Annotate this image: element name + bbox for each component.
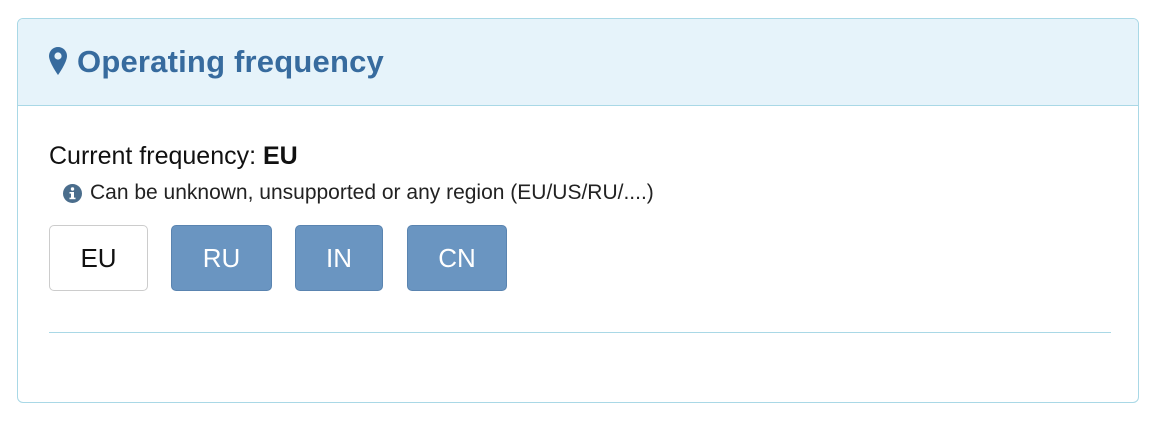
frequency-button-cn[interactable]: CN <box>407 225 507 291</box>
info-circle-icon <box>63 183 82 203</box>
current-frequency-line: Current frequency: EU <box>49 142 298 171</box>
frequency-button-in[interactable]: IN <box>295 225 383 291</box>
panel-heading: Operating frequency <box>18 19 1138 106</box>
frequency-button-ru[interactable]: RU <box>171 225 272 291</box>
frequency-hint-text: Can be unknown, unsupported or any regio… <box>90 181 654 204</box>
panel-title: Operating frequency <box>77 44 384 79</box>
frequency-button-eu[interactable]: EU <box>49 225 148 291</box>
current-frequency-value: EU <box>263 142 298 170</box>
map-marker-icon <box>49 47 67 75</box>
current-frequency-label: Current frequency: <box>49 142 263 170</box>
frequency-hint: Can be unknown, unsupported or any regio… <box>63 181 654 205</box>
section-divider <box>49 332 1111 333</box>
operating-frequency-panel: Operating frequency Current frequency: E… <box>17 18 1139 403</box>
